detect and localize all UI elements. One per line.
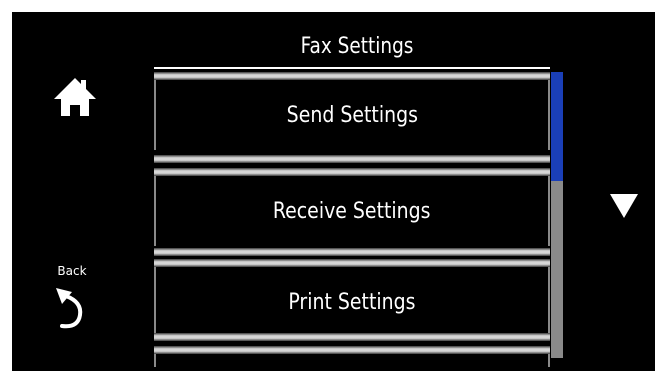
menu-divider bbox=[154, 72, 550, 80]
menu-item-label: Print Settings bbox=[288, 289, 416, 315]
scroll-down-button[interactable] bbox=[606, 190, 642, 222]
home-icon bbox=[54, 78, 96, 116]
home-button[interactable] bbox=[50, 74, 100, 120]
menu-divider bbox=[154, 248, 550, 256]
settings-menu: Send Settings Receive Settings Print Set… bbox=[154, 67, 550, 367]
menu-divider bbox=[154, 333, 550, 341]
menu-divider bbox=[154, 155, 550, 163]
scrollbar[interactable] bbox=[551, 72, 563, 358]
menu-item-receive-settings[interactable]: Receive Settings bbox=[154, 176, 550, 246]
menu-divider bbox=[154, 346, 550, 354]
menu-item-label: Receive Settings bbox=[273, 198, 431, 224]
menu-item-send-settings[interactable]: Send Settings bbox=[154, 80, 550, 150]
fax-settings-screen: Fax Settings Back Send Settings Receive … bbox=[12, 12, 655, 371]
triangle-down-icon bbox=[610, 194, 638, 218]
menu-divider bbox=[154, 168, 550, 176]
scrollbar-thumb[interactable] bbox=[551, 72, 563, 181]
back-arrow-icon bbox=[56, 288, 83, 329]
menu-divider bbox=[154, 259, 550, 267]
menu-item-label: Send Settings bbox=[286, 102, 418, 128]
menu-item-partial[interactable] bbox=[154, 354, 550, 367]
back-button[interactable]: Back bbox=[48, 264, 100, 344]
back-label: Back bbox=[57, 264, 87, 278]
page-title: Fax Settings bbox=[300, 34, 414, 59]
menu-item-print-settings[interactable]: Print Settings bbox=[154, 267, 550, 337]
